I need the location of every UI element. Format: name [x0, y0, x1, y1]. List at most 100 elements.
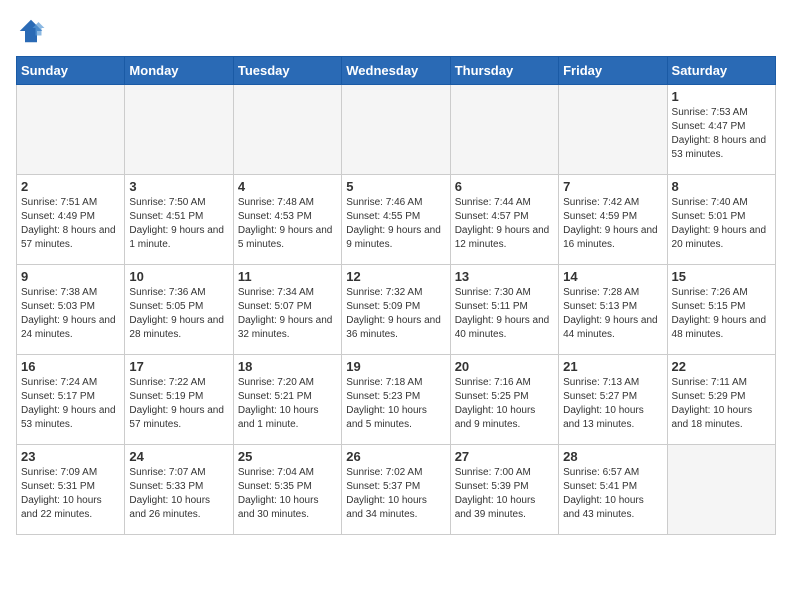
- calendar-cell: 10 Sunrise: 7:36 AM Sunset: 5:05 PM Dayli…: [125, 265, 233, 355]
- calendar-cell: 19 Sunrise: 7:18 AM Sunset: 5:23 PM Dayli…: [342, 355, 450, 445]
- day-info: Sunrise: 7:40 AM Sunset: 5:01 PM Dayligh…: [672, 196, 771, 252]
- calendar-header-monday: Monday: [125, 57, 233, 85]
- calendar-cell: 15 Sunrise: 7:26 AM Sunset: 5:15 PM Dayli…: [667, 265, 775, 355]
- calendar-header-row: SundayMondayTuesdayWednesdayThursdayFrid…: [17, 57, 776, 85]
- calendar-cell: 26Sunrise: 7:02 AM Sunset: 5:37 PM Dayli…: [342, 445, 450, 535]
- day-info: Sunrise: 7:11 AM Sunset: 5:29 PM Dayligh…: [672, 376, 771, 432]
- calendar-cell: 24 Sunrise: 7:07 AM Sunset: 5:33 PM Dayli…: [125, 445, 233, 535]
- day-number: 13: [455, 269, 554, 284]
- calendar-cell: 4 Sunrise: 7:48 AM Sunset: 4:53 PM Daylig…: [233, 175, 341, 265]
- day-info: Sunrise: 7:38 AM Sunset: 5:03 PM Dayligh…: [21, 286, 120, 342]
- calendar-cell: [667, 445, 775, 535]
- calendar-cell: [342, 85, 450, 175]
- day-number: 28: [563, 449, 662, 464]
- day-info: Sunrise: 7:07 AM Sunset: 5:33 PM Dayligh…: [129, 466, 228, 522]
- day-number: 24: [129, 449, 228, 464]
- day-number: 22: [672, 359, 771, 374]
- day-number: 10: [129, 269, 228, 284]
- day-number: 23: [21, 449, 120, 464]
- day-number: 15: [672, 269, 771, 284]
- day-number: 26: [346, 449, 445, 464]
- calendar-cell: [559, 85, 667, 175]
- day-info: Sunrise: 6:57 AM Sunset: 5:41 PM Dayligh…: [563, 466, 662, 522]
- day-info: Sunrise: 7:18 AM Sunset: 5:23 PM Dayligh…: [346, 376, 445, 432]
- day-info: Sunrise: 7:51 AM Sunset: 4:49 PM Dayligh…: [21, 196, 120, 252]
- day-info: Sunrise: 7:34 AM Sunset: 5:07 PM Dayligh…: [238, 286, 337, 342]
- calendar-cell: 25 Sunrise: 7:04 AM Sunset: 5:35 PM Dayli…: [233, 445, 341, 535]
- calendar-cell: 5 Sunrise: 7:46 AM Sunset: 4:55 PM Daylig…: [342, 175, 450, 265]
- calendar-week-row: 2 Sunrise: 7:51 AM Sunset: 4:49 PM Daylig…: [17, 175, 776, 265]
- calendar-cell: 11 Sunrise: 7:34 AM Sunset: 5:07 PM Dayli…: [233, 265, 341, 355]
- day-info: Sunrise: 7:44 AM Sunset: 4:57 PM Dayligh…: [455, 196, 554, 252]
- day-info: Sunrise: 7:09 AM Sunset: 5:31 PM Dayligh…: [21, 466, 120, 522]
- day-number: 21: [563, 359, 662, 374]
- day-number: 6: [455, 179, 554, 194]
- day-number: 14: [563, 269, 662, 284]
- calendar-cell: [233, 85, 341, 175]
- calendar-cell: 23 Sunrise: 7:09 AM Sunset: 5:31 PM Dayli…: [17, 445, 125, 535]
- day-info: Sunrise: 7:36 AM Sunset: 5:05 PM Dayligh…: [129, 286, 228, 342]
- calendar-header-wednesday: Wednesday: [342, 57, 450, 85]
- calendar-header-thursday: Thursday: [450, 57, 558, 85]
- day-info: Sunrise: 7:24 AM Sunset: 5:17 PM Dayligh…: [21, 376, 120, 432]
- day-number: 19: [346, 359, 445, 374]
- logo-icon: [16, 16, 46, 46]
- calendar-cell: 7 Sunrise: 7:42 AM Sunset: 4:59 PM Daylig…: [559, 175, 667, 265]
- calendar-cell: 13 Sunrise: 7:30 AM Sunset: 5:11 PM Dayli…: [450, 265, 558, 355]
- day-info: Sunrise: 7:48 AM Sunset: 4:53 PM Dayligh…: [238, 196, 337, 252]
- day-number: 7: [563, 179, 662, 194]
- calendar-week-row: 23 Sunrise: 7:09 AM Sunset: 5:31 PM Dayli…: [17, 445, 776, 535]
- calendar-cell: 1 Sunrise: 7:53 AM Sunset: 4:47 PM Daylig…: [667, 85, 775, 175]
- day-number: 27: [455, 449, 554, 464]
- calendar-cell: 27 Sunrise: 7:00 AM Sunset: 5:39 PM Dayli…: [450, 445, 558, 535]
- day-number: 25: [238, 449, 337, 464]
- day-info: Sunrise: 7:16 AM Sunset: 5:25 PM Dayligh…: [455, 376, 554, 432]
- day-info: Sunrise: 7:46 AM Sunset: 4:55 PM Dayligh…: [346, 196, 445, 252]
- calendar-header-tuesday: Tuesday: [233, 57, 341, 85]
- day-info: Sunrise: 7:30 AM Sunset: 5:11 PM Dayligh…: [455, 286, 554, 342]
- calendar-cell: 2 Sunrise: 7:51 AM Sunset: 4:49 PM Daylig…: [17, 175, 125, 265]
- day-info: Sunrise: 7:04 AM Sunset: 5:35 PM Dayligh…: [238, 466, 337, 522]
- calendar-cell: 12 Sunrise: 7:32 AM Sunset: 5:09 PM Dayli…: [342, 265, 450, 355]
- calendar-cell: [17, 85, 125, 175]
- day-info: Sunrise: 7:28 AM Sunset: 5:13 PM Dayligh…: [563, 286, 662, 342]
- calendar-cell: 21Sunrise: 7:13 AM Sunset: 5:27 PM Dayli…: [559, 355, 667, 445]
- calendar-header-sunday: Sunday: [17, 57, 125, 85]
- calendar-cell: 9 Sunrise: 7:38 AM Sunset: 5:03 PM Daylig…: [17, 265, 125, 355]
- calendar-cell: [450, 85, 558, 175]
- day-info: Sunrise: 7:20 AM Sunset: 5:21 PM Dayligh…: [238, 376, 337, 432]
- day-number: 3: [129, 179, 228, 194]
- day-number: 4: [238, 179, 337, 194]
- day-number: 5: [346, 179, 445, 194]
- day-info: Sunrise: 7:32 AM Sunset: 5:09 PM Dayligh…: [346, 286, 445, 342]
- day-number: 16: [21, 359, 120, 374]
- day-number: 11: [238, 269, 337, 284]
- calendar-cell: [125, 85, 233, 175]
- calendar-cell: 8Sunrise: 7:40 AM Sunset: 5:01 PM Daylig…: [667, 175, 775, 265]
- calendar-week-row: 1 Sunrise: 7:53 AM Sunset: 4:47 PM Daylig…: [17, 85, 776, 175]
- page-header: [16, 16, 776, 46]
- day-info: Sunrise: 7:00 AM Sunset: 5:39 PM Dayligh…: [455, 466, 554, 522]
- calendar-week-row: 16 Sunrise: 7:24 AM Sunset: 5:17 PM Dayli…: [17, 355, 776, 445]
- day-number: 12: [346, 269, 445, 284]
- calendar-cell: 17Sunrise: 7:22 AM Sunset: 5:19 PM Dayli…: [125, 355, 233, 445]
- calendar-table: SundayMondayTuesdayWednesdayThursdayFrid…: [16, 56, 776, 535]
- day-info: Sunrise: 7:53 AM Sunset: 4:47 PM Dayligh…: [672, 106, 771, 162]
- day-number: 20: [455, 359, 554, 374]
- day-info: Sunrise: 7:42 AM Sunset: 4:59 PM Dayligh…: [563, 196, 662, 252]
- day-info: Sunrise: 7:22 AM Sunset: 5:19 PM Dayligh…: [129, 376, 228, 432]
- day-number: 18: [238, 359, 337, 374]
- calendar-cell: 16 Sunrise: 7:24 AM Sunset: 5:17 PM Dayli…: [17, 355, 125, 445]
- calendar-cell: 20 Sunrise: 7:16 AM Sunset: 5:25 PM Dayli…: [450, 355, 558, 445]
- calendar-cell: 6 Sunrise: 7:44 AM Sunset: 4:57 PM Daylig…: [450, 175, 558, 265]
- calendar-header-friday: Friday: [559, 57, 667, 85]
- day-number: 9: [21, 269, 120, 284]
- calendar-cell: 14 Sunrise: 7:28 AM Sunset: 5:13 PM Dayli…: [559, 265, 667, 355]
- logo: [16, 16, 50, 46]
- calendar-week-row: 9 Sunrise: 7:38 AM Sunset: 5:03 PM Daylig…: [17, 265, 776, 355]
- day-number: 1: [672, 89, 771, 104]
- day-number: 2: [21, 179, 120, 194]
- day-info: Sunrise: 7:26 AM Sunset: 5:15 PM Dayligh…: [672, 286, 771, 342]
- calendar-cell: 28 Sunrise: 6:57 AM Sunset: 5:41 PM Dayli…: [559, 445, 667, 535]
- calendar-cell: 18 Sunrise: 7:20 AM Sunset: 5:21 PM Dayli…: [233, 355, 341, 445]
